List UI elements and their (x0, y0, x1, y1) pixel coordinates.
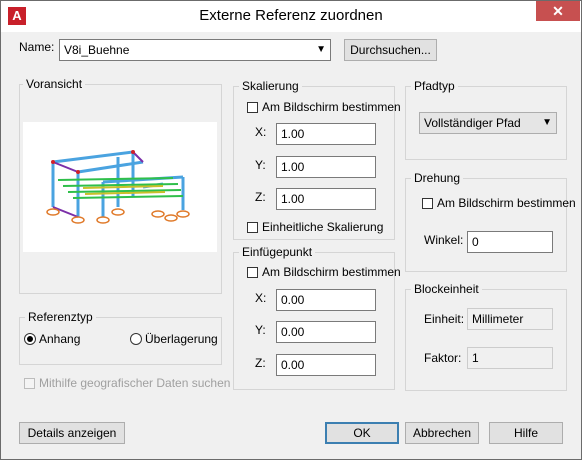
unit-label: Einheit: (424, 312, 465, 326)
help-button[interactable]: Hilfe (489, 422, 563, 444)
insertion-label: Einfügepunkt (239, 245, 316, 259)
name-label: Name: (19, 40, 55, 54)
insertion-z-label: Z: (255, 356, 266, 370)
scale-x-input[interactable]: 1.00 (276, 123, 376, 145)
title-bar[interactable]: A Externe Referenz zuordnen ✕ (1, 1, 581, 32)
scale-z-input[interactable]: 1.00 (276, 188, 376, 210)
geo-data-label: Mithilfe geografischer Daten suchen (39, 376, 231, 390)
geo-data-checkbox[interactable] (24, 378, 35, 389)
scale-z-label: Z: (255, 190, 266, 204)
scale-y-label: Y: (255, 158, 266, 172)
rotation-label: Drehung (411, 171, 464, 185)
browse-button[interactable]: Durchsuchen... (344, 39, 437, 61)
name-value: V8i_Buehne (64, 43, 130, 57)
ok-button[interactable]: OK (325, 422, 399, 444)
insertion-onscreen-label: Am Bildschirm bestimmen (262, 265, 401, 279)
overlay-label: Überlagerung (145, 332, 218, 346)
block-unit-group (405, 289, 567, 391)
scale-y-input[interactable]: 1.00 (276, 156, 376, 178)
insertion-y-label: Y: (255, 323, 266, 337)
factor-value: 1 (467, 347, 553, 369)
insertion-x-input[interactable]: 0.00 (276, 289, 376, 311)
structure-preview-icon (46, 150, 190, 224)
path-type-value: Vollständiger Pfad (424, 116, 521, 130)
factor-label: Faktor: (424, 351, 462, 365)
close-icon: ✕ (552, 3, 564, 19)
insertion-y-input[interactable]: 0.00 (276, 321, 376, 343)
preview-label: Voransicht (23, 77, 86, 91)
angle-input[interactable]: 0 (467, 231, 553, 253)
insertion-x-label: X: (255, 291, 267, 305)
path-type-dropdown[interactable]: Vollständiger Pfad ▼ (419, 112, 557, 134)
rotation-onscreen-label: Am Bildschirm bestimmen (437, 196, 576, 210)
uniform-scale-label: Einheitliche Skalierung (262, 220, 384, 234)
uniform-scale-checkbox[interactable] (247, 222, 258, 233)
rotation-onscreen-checkbox[interactable] (422, 198, 433, 209)
scale-onscreen-checkbox[interactable] (247, 102, 258, 113)
cancel-button[interactable]: Abbrechen (405, 422, 479, 444)
rotation-group (405, 178, 567, 272)
close-button[interactable]: ✕ (536, 1, 580, 21)
dialog-window: A Externe Referenz zuordnen ✕ Name: V8i_… (0, 0, 582, 460)
attach-radio[interactable] (24, 333, 36, 345)
dialog-title: Externe Referenz zuordnen (199, 7, 383, 24)
block-unit-label: Blockeinheit (411, 282, 482, 296)
chevron-down-icon: ▼ (542, 117, 552, 128)
chevron-down-icon: ▼ (316, 44, 326, 55)
insertion-onscreen-checkbox[interactable] (247, 267, 258, 278)
reference-type-label: Referenztyp (25, 310, 96, 324)
path-type-label: Pfadtyp (411, 79, 458, 93)
attach-label: Anhang (39, 332, 81, 346)
name-dropdown[interactable]: V8i_Buehne ▼ (59, 39, 331, 61)
angle-label: Winkel: (424, 233, 464, 247)
scale-x-label: X: (255, 125, 267, 139)
overlay-radio[interactable] (130, 333, 142, 345)
details-button[interactable]: Details anzeigen (19, 422, 125, 444)
scale-label: Skalierung (239, 79, 302, 93)
unit-value: Millimeter (467, 308, 553, 330)
insertion-z-input[interactable]: 0.00 (276, 354, 376, 376)
scale-onscreen-label: Am Bildschirm bestimmen (262, 100, 401, 114)
preview-image (23, 122, 217, 252)
